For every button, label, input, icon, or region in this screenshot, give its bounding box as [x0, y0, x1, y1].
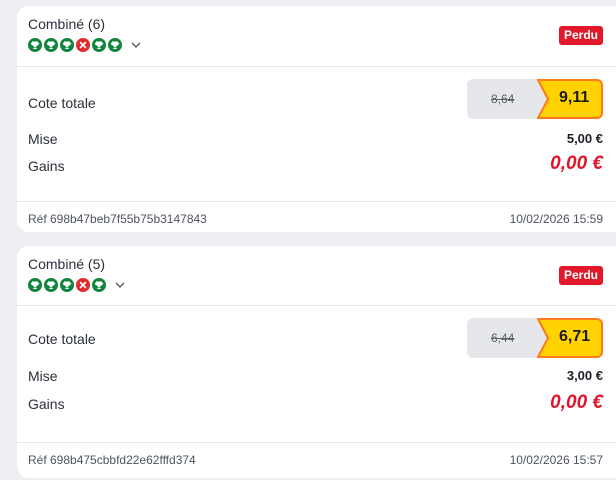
gains-label: Gains — [28, 158, 65, 174]
boosted-odds: 9,11 — [537, 79, 603, 119]
trophy-icon — [108, 38, 122, 52]
bet-title: Combiné (5) — [28, 256, 106, 272]
bet-reference: Réf 698b47beb7f55b75b3147843 — [28, 212, 207, 226]
trophy-icon — [60, 278, 74, 292]
chevron-down-icon[interactable] — [130, 39, 142, 51]
odds-box: 8,64 9,11 — [467, 79, 603, 119]
bet-footer: Réf 698b47beb7f55b75b3147843 10/02/2026 … — [17, 202, 616, 232]
bet-details: Cote totale 8,64 9,11 Mise 5,00 € Gains … — [17, 67, 616, 202]
status-badge: Perdu — [558, 26, 603, 45]
trophy-icon — [92, 278, 106, 292]
trophy-icon — [60, 38, 74, 52]
gains-label: Gains — [28, 396, 65, 412]
bet-legs[interactable] — [28, 278, 126, 292]
boosted-odds-value: 9,11 — [559, 89, 590, 106]
boosted-odds: 6,71 — [537, 318, 603, 358]
cote-label: Cote totale — [28, 95, 96, 111]
status-badge: Perdu — [558, 266, 603, 285]
bet-card[interactable]: Combiné (6) Perdu Cote totale 8,64 9,11 … — [17, 6, 616, 232]
bet-card-header[interactable]: Combiné (5) Perdu — [17, 246, 616, 306]
bet-title: Combiné (6) — [28, 16, 106, 32]
chevron-down-icon[interactable] — [114, 279, 126, 291]
bet-footer: Réf 698b475cbbfd22e62fffd374 10/02/2026 … — [17, 443, 616, 474]
mise-label: Mise — [28, 368, 58, 384]
cross-icon — [76, 38, 90, 52]
mise-label: Mise — [28, 131, 58, 147]
bet-details: Cote totale 6,44 6,71 Mise 3,00 € Gains … — [17, 306, 616, 443]
cross-icon — [76, 278, 90, 292]
bet-date: 10/02/2026 15:57 — [509, 453, 603, 467]
old-odds-value: 8,64 — [491, 92, 515, 106]
mise-value: 3,00 € — [566, 368, 603, 383]
bet-date: 10/02/2026 15:59 — [509, 212, 603, 226]
gains-value: 0,00 € — [550, 153, 603, 174]
mise-value: 5,00 € — [566, 131, 603, 146]
bet-card[interactable]: Combiné (5) Perdu Cote totale 6,44 6,71 … — [17, 246, 616, 478]
trophy-icon — [44, 278, 58, 292]
old-odds-value: 6,44 — [491, 331, 515, 345]
bet-card-header[interactable]: Combiné (6) Perdu — [17, 6, 616, 67]
bet-reference: Réf 698b475cbbfd22e62fffd374 — [28, 453, 196, 467]
trophy-icon — [28, 38, 42, 52]
trophy-icon — [92, 38, 106, 52]
cote-label: Cote totale — [28, 331, 96, 347]
trophy-icon — [44, 38, 58, 52]
bet-legs[interactable] — [28, 38, 142, 52]
gains-value: 0,00 € — [550, 392, 603, 413]
odds-box: 6,44 6,71 — [467, 318, 603, 358]
boosted-odds-value: 6,71 — [559, 328, 591, 345]
trophy-icon — [28, 278, 42, 292]
